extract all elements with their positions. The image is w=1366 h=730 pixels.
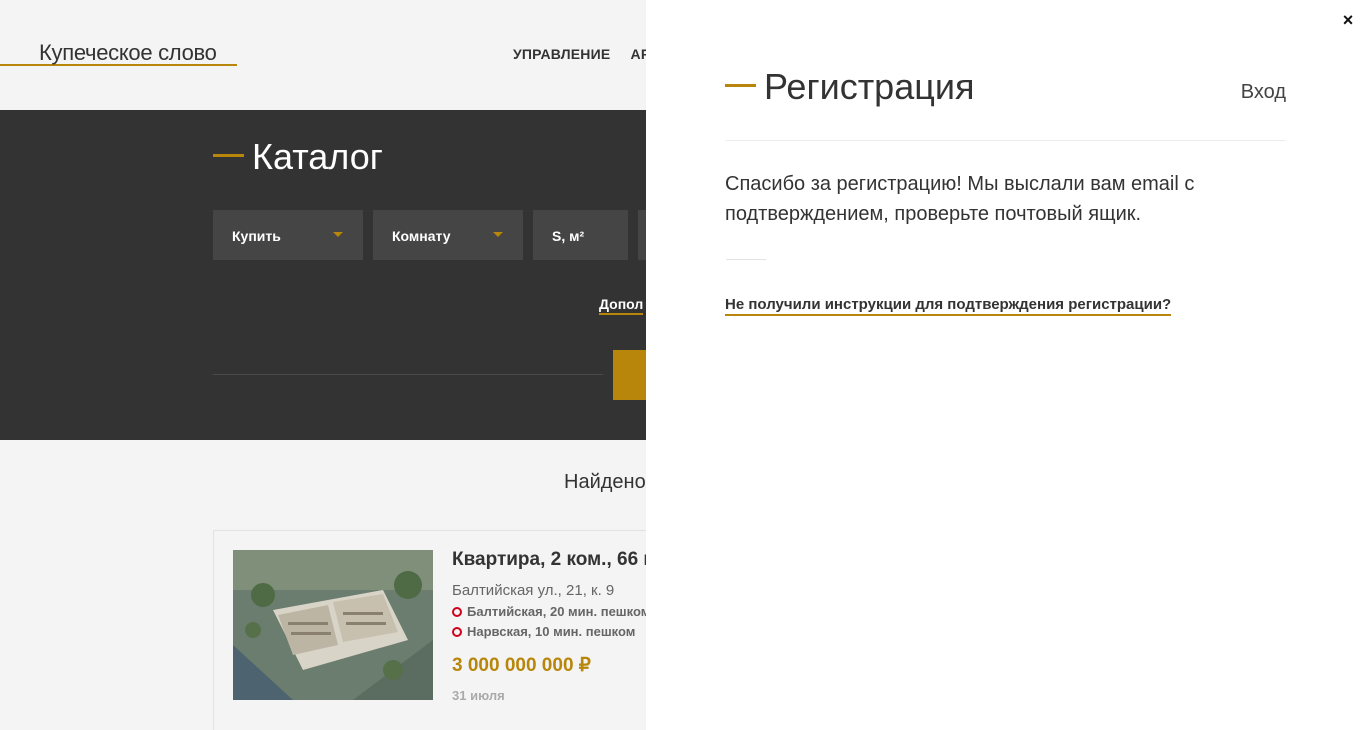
listing-photo-image xyxy=(233,550,433,700)
results-count: Найдено xyxy=(564,471,646,493)
filter-area-input[interactable]: S, м² xyxy=(533,210,628,260)
filter-room-type-label: Комнату xyxy=(392,228,451,244)
registration-title-text: Регистрация xyxy=(764,66,975,107)
title-dash-decoration xyxy=(213,153,244,157)
listing-price: 3 000 000 000 ₽ xyxy=(452,655,591,676)
short-divider xyxy=(726,259,766,260)
listing-photo[interactable] xyxy=(233,550,433,700)
metro-station-item: Нарвская, 10 мин. пешком xyxy=(452,624,635,639)
title-dash-decoration xyxy=(725,83,756,87)
more-filters-link[interactable]: Допол xyxy=(599,296,644,315)
confirmation-message: Спасибо за регистрацию! Мы выслали вам e… xyxy=(725,173,1195,225)
site-logo-text[interactable]: Купеческое слово xyxy=(39,40,217,66)
nav-item-management[interactable]: УПРАВЛЕНИЕ xyxy=(513,46,610,62)
close-icon[interactable]: × xyxy=(1338,10,1358,30)
main-nav: УПРАВЛЕНИЕ АР xyxy=(513,46,666,62)
listing-card[interactable]: Квартира, 2 ком., 66 м Балтийская ул., 2… xyxy=(213,530,673,730)
listing-date: 31 июля xyxy=(452,688,505,703)
metro-icon xyxy=(452,627,462,637)
filter-area-to-input[interactable] xyxy=(638,210,646,260)
filter-room-type[interactable]: Комнату xyxy=(373,210,523,260)
filter-deal-type[interactable]: Купить xyxy=(213,210,363,260)
filter-area-label: S, м² xyxy=(552,228,585,244)
hero-divider xyxy=(213,374,603,375)
metro-station-label: Нарвская, 10 мин. пешком xyxy=(467,624,636,639)
chevron-down-icon xyxy=(333,232,343,237)
metro-station-label: Балтийская, 20 мин. пешком xyxy=(467,604,651,619)
metro-icon xyxy=(452,607,462,617)
catalog-title: Каталог xyxy=(213,136,383,178)
listing-title[interactable]: Квартира, 2 ком., 66 м xyxy=(452,549,657,571)
resend-instructions-link[interactable]: Не получили инструкции для подтверждения… xyxy=(725,296,1172,316)
registration-title: Регистрация xyxy=(725,66,974,108)
panel-divider xyxy=(726,140,1286,141)
listing-address: Балтийская ул., 21, к. 9 xyxy=(452,582,615,599)
login-link[interactable]: Вход xyxy=(1241,81,1286,104)
filter-deal-type-label: Купить xyxy=(232,228,281,244)
site-logo[interactable]: Купеческое слово xyxy=(0,38,237,66)
chevron-down-icon xyxy=(493,232,503,237)
metro-station-item: Балтийская, 20 мин. пешком xyxy=(452,604,650,619)
catalog-title-text: Каталог xyxy=(252,136,383,177)
registration-panel: × Регистрация Вход Спасибо за регистраци… xyxy=(646,0,1366,730)
